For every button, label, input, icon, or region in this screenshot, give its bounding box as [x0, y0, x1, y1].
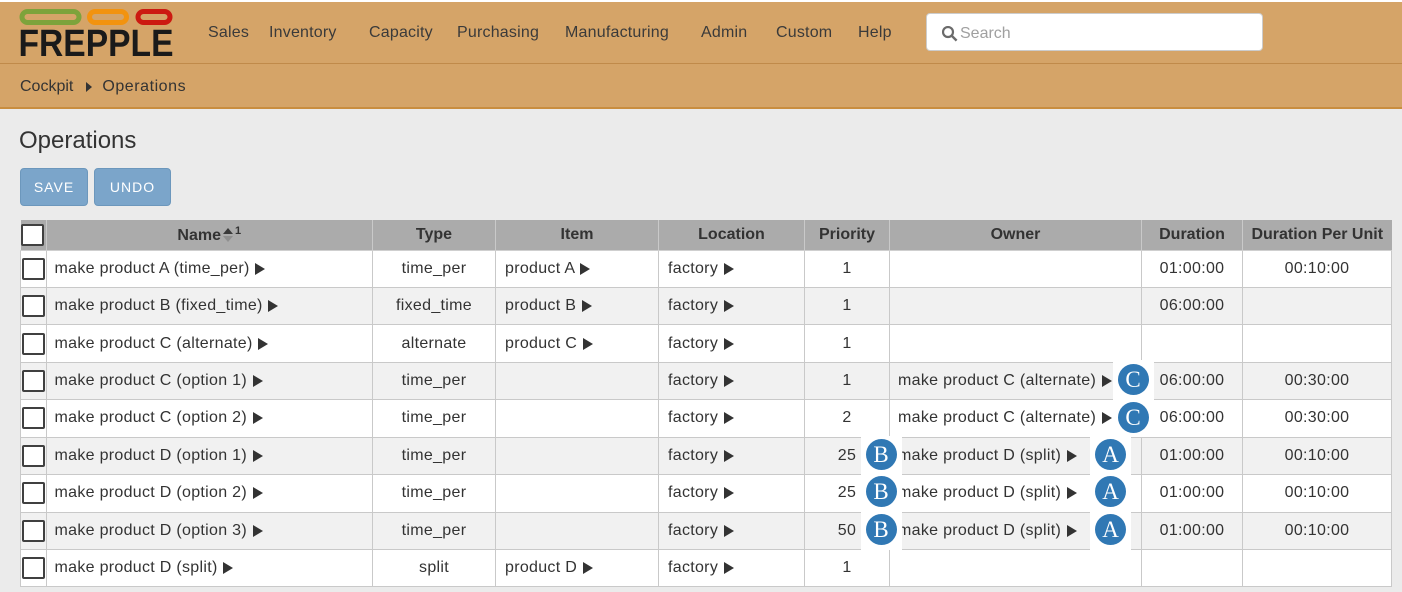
svg-text:FREPPLE: FREPPLE	[19, 23, 174, 60]
